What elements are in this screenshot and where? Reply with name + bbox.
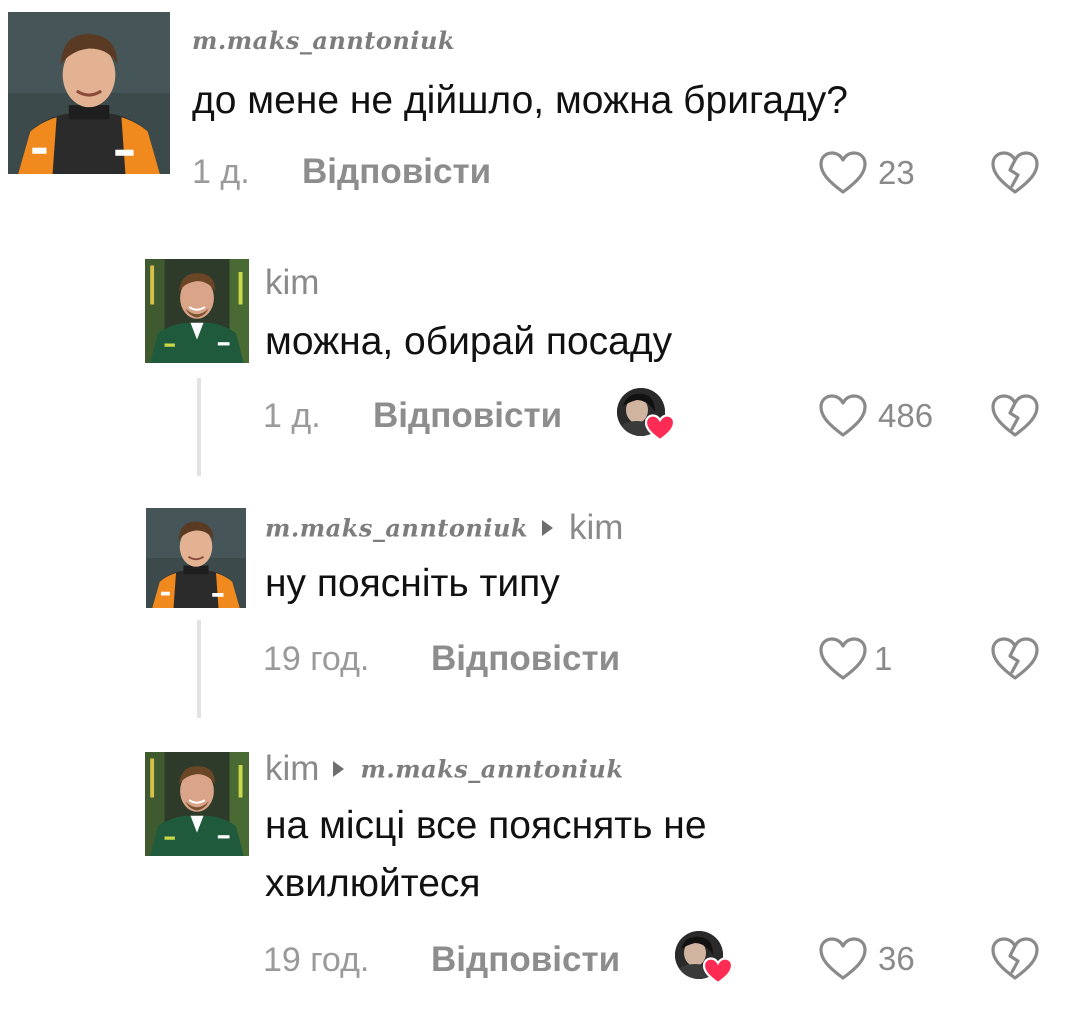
reply-to-username[interactable]: kim xyxy=(569,508,623,547)
comment-timestamp: 1 д. xyxy=(192,153,250,191)
creator-liked-badge xyxy=(675,931,729,985)
like-count: 36 xyxy=(878,940,915,977)
reply-to-username[interactable]: m.maks_anntoniuk xyxy=(360,754,623,783)
heart-outline-icon xyxy=(818,936,868,982)
comment-username[interactable]: m.maks_anntoniuk xyxy=(192,26,455,55)
comment-item: m.maks_anntoniuk kim ну поясніть типу 19 … xyxy=(0,500,1080,730)
comment-username[interactable]: kim xyxy=(265,749,319,788)
comment-timestamp: 19 год. xyxy=(263,640,370,678)
comment-text: до мене не дійшло, можна бригаду? xyxy=(192,79,848,122)
like-button[interactable]: 36 xyxy=(818,936,938,986)
dislike-button[interactable] xyxy=(990,150,1040,198)
broken-heart-icon xyxy=(990,636,1040,682)
broken-heart-icon xyxy=(990,150,1040,196)
comment-username[interactable]: m.maks_anntoniuk xyxy=(265,514,528,543)
like-count: 1 xyxy=(874,640,893,677)
reply-button[interactable]: Відповісти xyxy=(431,940,620,980)
like-count: 486 xyxy=(878,397,934,434)
like-button[interactable]: 486 xyxy=(818,393,958,443)
avatar[interactable] xyxy=(146,508,246,608)
reply-button[interactable]: Відповісти xyxy=(302,152,491,192)
reply-button[interactable]: Відповісти xyxy=(373,396,562,436)
comment-item: kim m.maks_anntoniuk на місці все пояснят… xyxy=(0,745,1080,1023)
like-count: 23 xyxy=(878,154,915,191)
comment-timestamp: 19 год. xyxy=(263,941,370,979)
like-button[interactable]: 23 xyxy=(818,150,938,200)
creator-liked-badge xyxy=(617,388,671,442)
comment-username-line: kim m.maks_anntoniuk xyxy=(265,747,623,789)
pink-heart-icon xyxy=(703,957,733,985)
avatar-green-team-icon xyxy=(145,259,249,363)
reply-arrow-icon xyxy=(333,760,345,777)
heart-outline-icon xyxy=(818,150,868,196)
comment-text-line: хвилюйтеся xyxy=(265,862,481,905)
comment-username[interactable]: kim xyxy=(265,263,319,303)
comment-username-line: m.maks_anntoniuk kim xyxy=(265,508,623,548)
comment-text: можна, обирай посаду xyxy=(265,320,673,363)
avatar[interactable] xyxy=(145,752,249,856)
dislike-button[interactable] xyxy=(990,393,1040,441)
thread-line xyxy=(197,378,201,476)
avatar[interactable] xyxy=(8,12,170,174)
dislike-button[interactable] xyxy=(990,636,1040,684)
comment-item: kim можна, обирай посаду 1 д. Відповісти… xyxy=(0,250,1080,480)
thread-line xyxy=(197,620,201,718)
heart-outline-icon xyxy=(818,636,868,682)
avatar[interactable] xyxy=(145,259,249,363)
comment-text: на місці все пояснять не хвилюйтеся xyxy=(265,797,707,913)
avatar-green-team-icon xyxy=(145,752,249,856)
pink-heart-icon xyxy=(645,414,675,442)
comment-text-line: на місці все пояснять не xyxy=(265,804,707,847)
reply-button[interactable]: Відповісти xyxy=(431,639,620,679)
like-button[interactable]: 1 xyxy=(818,636,918,686)
dislike-button[interactable] xyxy=(990,936,1040,984)
comment-timestamp: 1 д. xyxy=(263,397,321,435)
broken-heart-icon xyxy=(990,936,1040,982)
heart-outline-icon xyxy=(818,393,868,439)
comment-item: m.maks_anntoniuk до мене не дійшло, можн… xyxy=(0,0,1080,210)
avatar-orange-team-icon xyxy=(8,12,170,174)
broken-heart-icon xyxy=(990,393,1040,439)
avatar-orange-team-icon xyxy=(146,508,246,608)
comment-text: ну поясніть типу xyxy=(265,562,560,605)
reply-arrow-icon xyxy=(542,520,554,536)
